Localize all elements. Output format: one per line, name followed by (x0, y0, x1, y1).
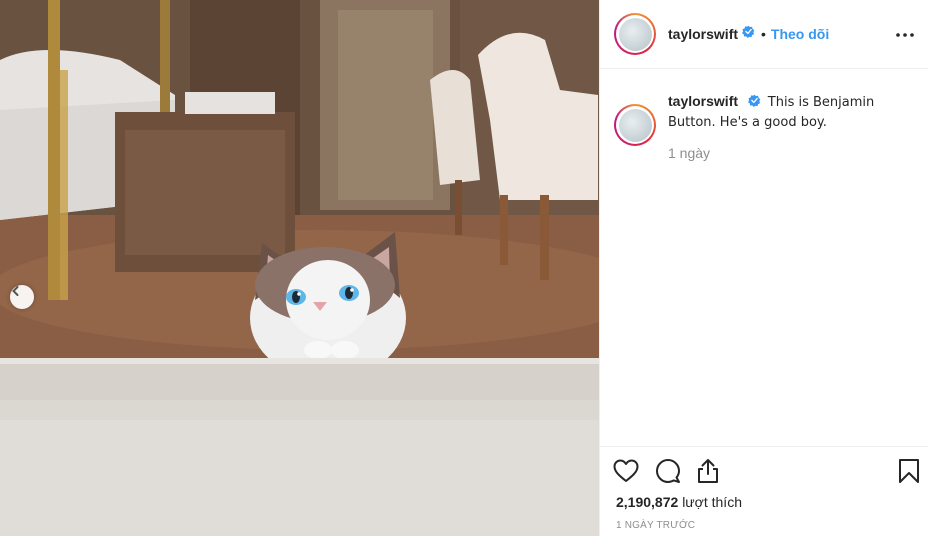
post-side-panel: taylorswift • Theo dõi taylorswift This … (599, 0, 928, 536)
heart-icon (613, 459, 639, 488)
more-options-button[interactable] (893, 23, 917, 43)
bookmark-icon (898, 458, 920, 489)
header-username[interactable]: taylorswift (668, 26, 738, 42)
separator-dot: • (761, 26, 766, 42)
avatar-icon (618, 108, 652, 142)
comment-button[interactable] (654, 458, 682, 489)
comment-body: taylorswift This is Benjamin Button. He'… (668, 92, 918, 132)
save-button[interactable] (895, 458, 923, 489)
likes-count[interactable]: 2,190,872 lượt thích (616, 494, 742, 510)
carousel-prev-button[interactable] (10, 285, 34, 309)
comment-avatar[interactable] (614, 104, 656, 146)
verified-badge-icon (747, 93, 761, 112)
comment-time[interactable]: 1 ngày (668, 145, 710, 161)
post-photo[interactable] (0, 0, 599, 536)
likes-number: 2,190,872 (616, 494, 679, 510)
photo-scene (0, 0, 599, 536)
comment-username[interactable]: taylorswift (668, 93, 738, 109)
likes-label: lượt thích (682, 494, 742, 510)
comment-icon (655, 458, 681, 489)
avatar-frame (616, 15, 654, 53)
like-button[interactable] (612, 459, 640, 487)
share-button[interactable] (694, 458, 722, 489)
comment-avatar-frame (616, 106, 654, 144)
avatar[interactable] (614, 13, 656, 55)
share-icon (696, 458, 720, 489)
header-user-line: taylorswift • Theo dõi (668, 25, 829, 43)
more-options-icon (896, 24, 914, 42)
post-timestamp[interactable]: 1 NGÀY TRƯỚC (616, 520, 695, 531)
verified-badge-icon (742, 25, 755, 43)
follow-button[interactable]: Theo dõi (771, 26, 829, 42)
post-header: taylorswift • Theo dõi (600, 0, 928, 69)
avatar-icon (618, 17, 652, 51)
action-bar: 2,190,872 lượt thích 1 NGÀY TRƯỚC (600, 446, 928, 536)
